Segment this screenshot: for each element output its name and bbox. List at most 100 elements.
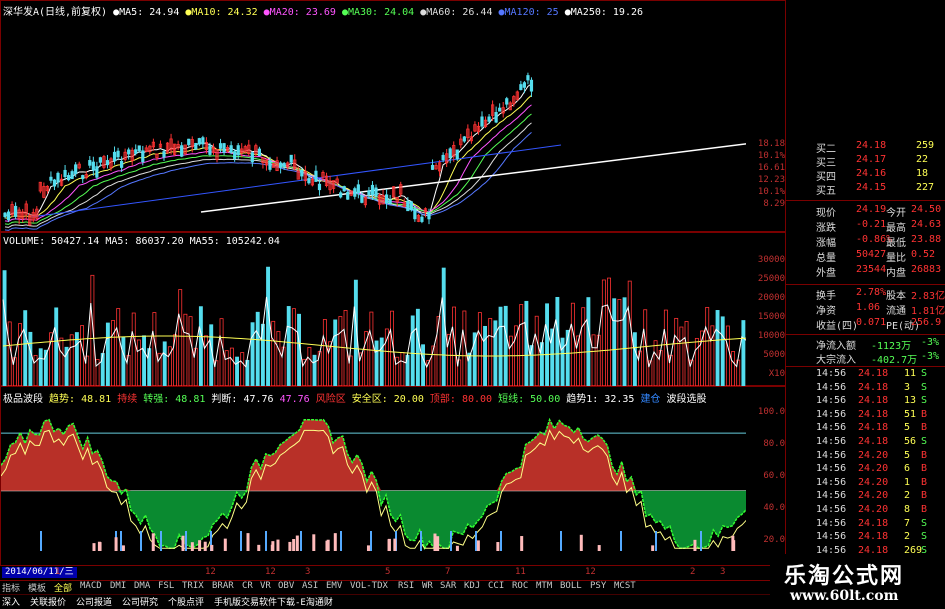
indicator-panel[interactable]: 极品波段 趋势: 48.81 持续 转强: 48.81 判断: 47.76 47… bbox=[0, 386, 786, 566]
indicator-tab[interactable]: DMI bbox=[110, 581, 126, 591]
y-axis-label: 10.1% bbox=[757, 151, 785, 161]
y-axis-label: 10.1% bbox=[757, 187, 785, 197]
trade-time: 14:56 bbox=[816, 517, 847, 529]
price-chart[interactable] bbox=[1, 17, 746, 232]
indicator-tab[interactable]: BRAR bbox=[212, 581, 234, 591]
indicator-tab[interactable]: OBV bbox=[278, 581, 294, 591]
candle bbox=[494, 112, 498, 123]
indicator-tab[interactable]: ASI bbox=[302, 581, 318, 591]
volume-bar bbox=[369, 311, 374, 386]
indicator-tab[interactable]: CCI bbox=[488, 581, 504, 591]
indicator-tab[interactable]: BOLL bbox=[560, 581, 582, 591]
indicator-tab[interactable]: TRIX bbox=[182, 581, 204, 591]
trade-side: S bbox=[921, 531, 928, 543]
indicator-tab[interactable]: DMA bbox=[134, 581, 150, 591]
indicator-tab[interactable]: PSY bbox=[590, 581, 606, 591]
trade-time: 14:56 bbox=[816, 422, 847, 434]
indicator-chart[interactable] bbox=[1, 401, 746, 566]
candle bbox=[88, 160, 92, 166]
stat-label: 收益(四) bbox=[816, 321, 859, 332]
flow-row: 大宗流入 -402.7万 -3% bbox=[786, 351, 945, 366]
trade-row: 14:56 24.20 8 B bbox=[786, 504, 945, 518]
trade-side: S bbox=[921, 436, 928, 447]
stat-label: 流通 bbox=[886, 306, 906, 317]
low-bar bbox=[436, 536, 440, 551]
volume-chart[interactable] bbox=[1, 246, 746, 386]
indicator-tab[interactable]: 指标 bbox=[2, 581, 20, 594]
watermark-banner: 乐淘公式网 www.60lt.com bbox=[770, 554, 945, 609]
function-tab[interactable]: 公司报道 bbox=[76, 595, 112, 608]
stat-label: 内盘 bbox=[886, 268, 906, 279]
trade-side: B bbox=[921, 476, 928, 488]
volume-panel[interactable]: VOLUME: 50427.14 MA5: 86037.20 MA55: 105… bbox=[0, 232, 786, 386]
low-bar bbox=[393, 538, 397, 551]
order-book: 买二 24.18 259 买三 24.17 22 买四 24.16 18 买五 24.15 227 bbox=[786, 140, 945, 200]
indicator-tab[interactable]: EMV bbox=[326, 581, 342, 591]
low-bar bbox=[520, 536, 524, 551]
function-tab[interactable]: 关联报价 bbox=[30, 595, 66, 608]
volume-bar bbox=[23, 310, 28, 386]
candle bbox=[63, 169, 67, 178]
stat-label: 涨幅 bbox=[816, 238, 836, 249]
candle bbox=[13, 205, 18, 217]
indicator-tab[interactable]: VOL-TDX bbox=[350, 581, 388, 591]
indicator-tab[interactable]: FSL bbox=[158, 581, 174, 591]
indicator-tab[interactable]: SAR bbox=[440, 581, 456, 591]
indicator-tab[interactable]: 模板 bbox=[28, 581, 46, 594]
candle bbox=[409, 201, 413, 211]
volume-bar bbox=[545, 303, 549, 386]
trade-price: 24.18 bbox=[858, 395, 889, 407]
volume-bar bbox=[2, 270, 7, 386]
trade-price: 24.20 bbox=[858, 504, 889, 515]
low-bar bbox=[151, 533, 155, 551]
volume-bar bbox=[436, 316, 441, 386]
indicator-tab[interactable]: MTM bbox=[536, 581, 552, 591]
low-bar bbox=[257, 544, 261, 551]
low-bar bbox=[333, 533, 337, 551]
candle bbox=[370, 184, 375, 196]
volume-bar bbox=[493, 320, 498, 386]
low-bar bbox=[97, 541, 101, 551]
volume-bar bbox=[395, 356, 400, 386]
volume-bar bbox=[136, 339, 141, 386]
volume-bar bbox=[731, 351, 735, 386]
candle bbox=[384, 194, 389, 204]
date-box[interactable]: 2014/06/11/三 bbox=[2, 567, 77, 578]
volume-bar bbox=[59, 337, 64, 386]
trade-volume: 7 bbox=[904, 517, 911, 529]
indicator-tab[interactable]: VR bbox=[260, 581, 271, 591]
price-panel[interactable]: 深华发A(日线,前复权) ●MA5: 24.94 ●MA10: 24.32 ●M… bbox=[0, 0, 786, 232]
volume-bar bbox=[725, 325, 730, 386]
function-tab[interactable]: 深入 bbox=[2, 595, 20, 608]
trade-price: 24.18 bbox=[858, 517, 889, 529]
indicator-tab[interactable]: ROC bbox=[512, 581, 528, 591]
flow-pct: -3% bbox=[921, 337, 940, 348]
candle bbox=[201, 137, 205, 145]
indicator-tab[interactable]: MACD bbox=[80, 581, 102, 591]
indicator-tab[interactable]: CR bbox=[242, 581, 253, 591]
trade-price: 24.20 bbox=[858, 463, 889, 475]
flow-row: 净流入额 -1123万 -3% bbox=[786, 337, 945, 352]
volume-bar bbox=[131, 312, 136, 386]
y-axis-label: 10000 bbox=[757, 331, 785, 341]
function-tab[interactable]: 公司研究 bbox=[122, 595, 158, 608]
candle bbox=[98, 157, 102, 163]
indicator-tab[interactable]: WR bbox=[422, 581, 433, 591]
volume-bar bbox=[69, 334, 74, 386]
candle bbox=[487, 116, 491, 122]
indicator-tab[interactable]: RSI bbox=[398, 581, 414, 591]
trade-time: 14:56 bbox=[816, 368, 847, 379]
function-tab[interactable]: 手机版交易软件下载-E淘通财 bbox=[214, 595, 333, 608]
indicator-tab[interactable]: MCST bbox=[614, 581, 636, 591]
candle bbox=[346, 191, 350, 200]
indicator-tab[interactable]: 全部 bbox=[54, 581, 72, 594]
stat-label: 涨跌 bbox=[816, 223, 836, 234]
volume-bar bbox=[240, 352, 245, 386]
stat-label: 股本 bbox=[886, 291, 906, 302]
function-tab[interactable]: 个股点评 bbox=[168, 595, 204, 608]
indicator-tab[interactable]: KDJ bbox=[464, 581, 480, 591]
low-bar bbox=[223, 538, 227, 551]
x-tick-label: 3 bbox=[305, 567, 311, 577]
volume-bar bbox=[581, 307, 586, 386]
stat-row: 净资 1.06 流通 1.81亿 bbox=[786, 302, 945, 317]
